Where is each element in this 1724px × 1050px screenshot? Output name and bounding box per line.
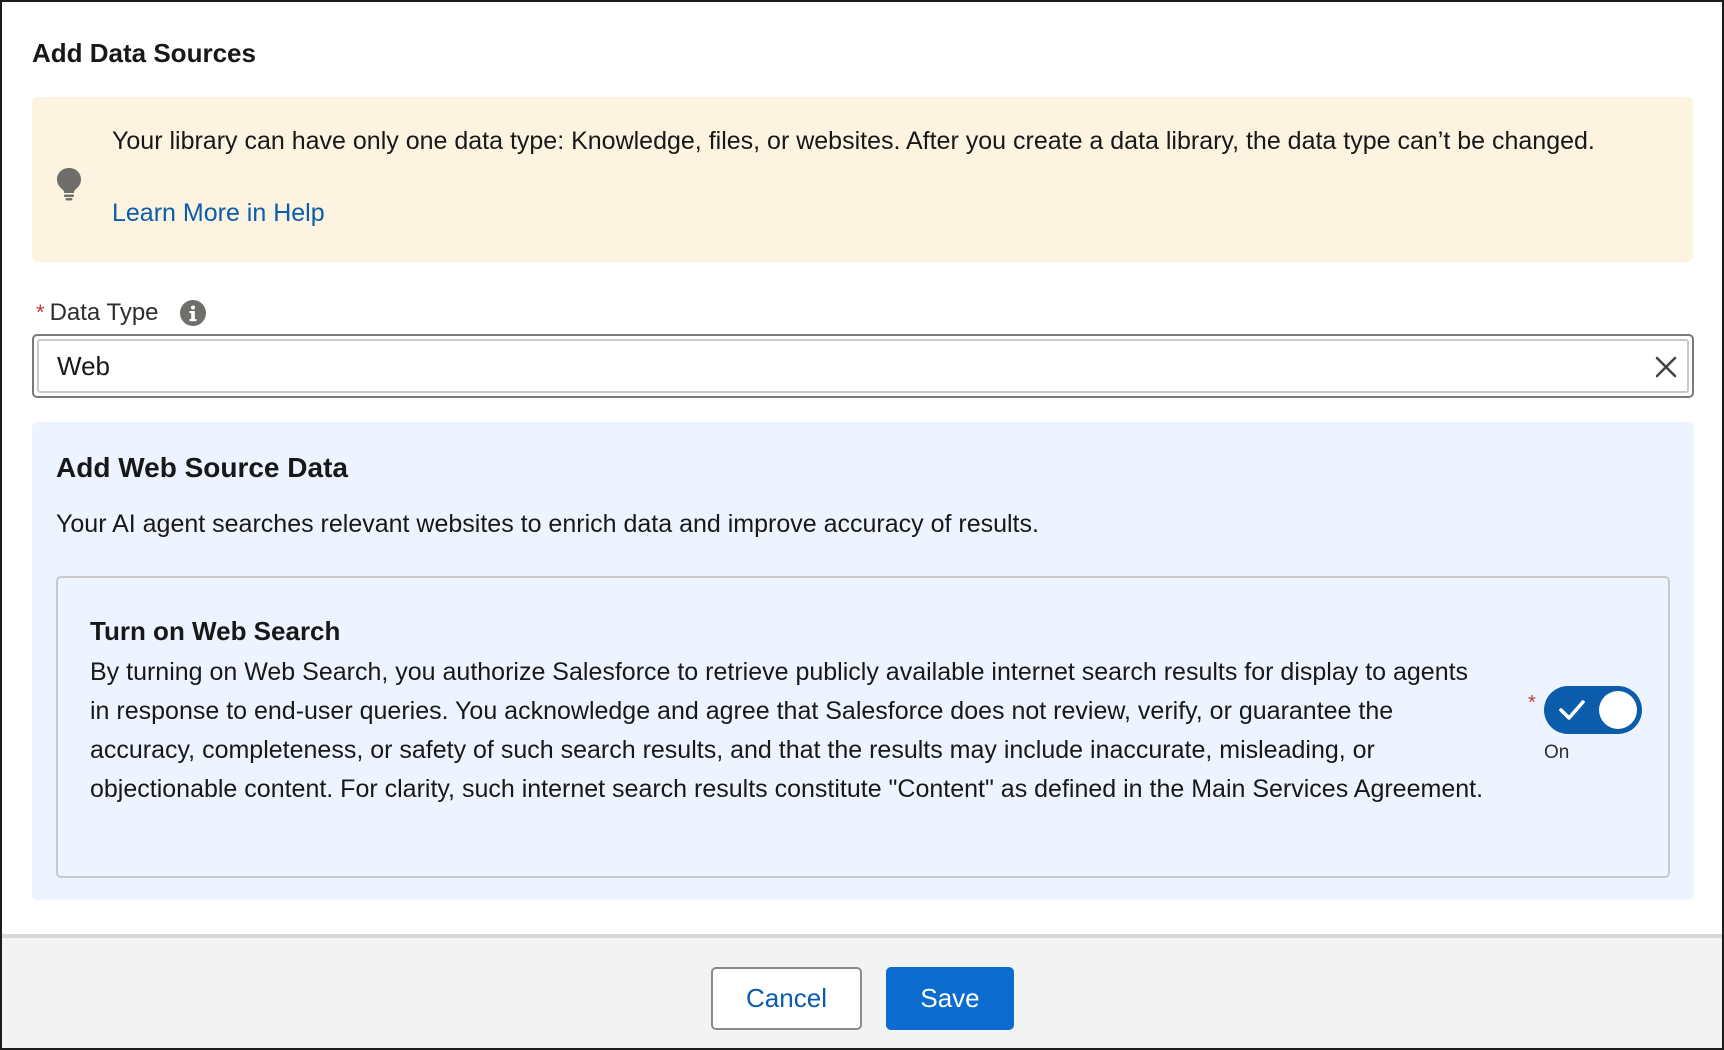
web-search-title: Turn on Web Search: [90, 616, 341, 646]
cancel-button[interactable]: Cancel: [711, 967, 862, 1030]
modal-title: Add Data Sources: [32, 38, 256, 68]
web-search-disclaimer: By turning on Web Search, you authorize …: [90, 658, 1484, 803]
web-search-card: Turn on Web Search By turning on Web Sea…: [56, 576, 1670, 878]
web-source-description: Your AI agent searches relevant websites…: [56, 510, 1039, 538]
toggle-knob: [1599, 691, 1637, 729]
add-data-sources-modal: Add Data Sources Your library can have o…: [0, 0, 1724, 1050]
data-type-label: * Data Type: [36, 298, 207, 328]
toggle-state-label: On: [1544, 742, 1570, 763]
required-marker: *: [36, 300, 45, 325]
notice-message: Your library can have only one data type…: [112, 127, 1595, 155]
toggle-required-marker: *: [1528, 692, 1536, 714]
data-type-value[interactable]: Web: [37, 339, 1689, 393]
data-type-label-text: Data Type: [49, 299, 159, 326]
info-notice: Your library can have only one data type…: [32, 97, 1693, 262]
data-type-combobox[interactable]: Web: [32, 334, 1694, 398]
modal-footer: Cancel Save: [2, 934, 1722, 1048]
checkmark-icon: [1559, 700, 1585, 720]
web-source-heading: Add Web Source Data: [56, 452, 348, 483]
lightbulb-icon: [57, 168, 81, 201]
info-icon[interactable]: [179, 299, 207, 327]
web-search-toggle[interactable]: [1544, 686, 1642, 734]
web-source-panel: Add Web Source Data Your AI agent search…: [32, 422, 1694, 900]
learn-more-help-link[interactable]: Learn More in Help: [112, 199, 325, 228]
save-button[interactable]: Save: [886, 967, 1014, 1030]
close-icon[interactable]: [1654, 355, 1678, 379]
